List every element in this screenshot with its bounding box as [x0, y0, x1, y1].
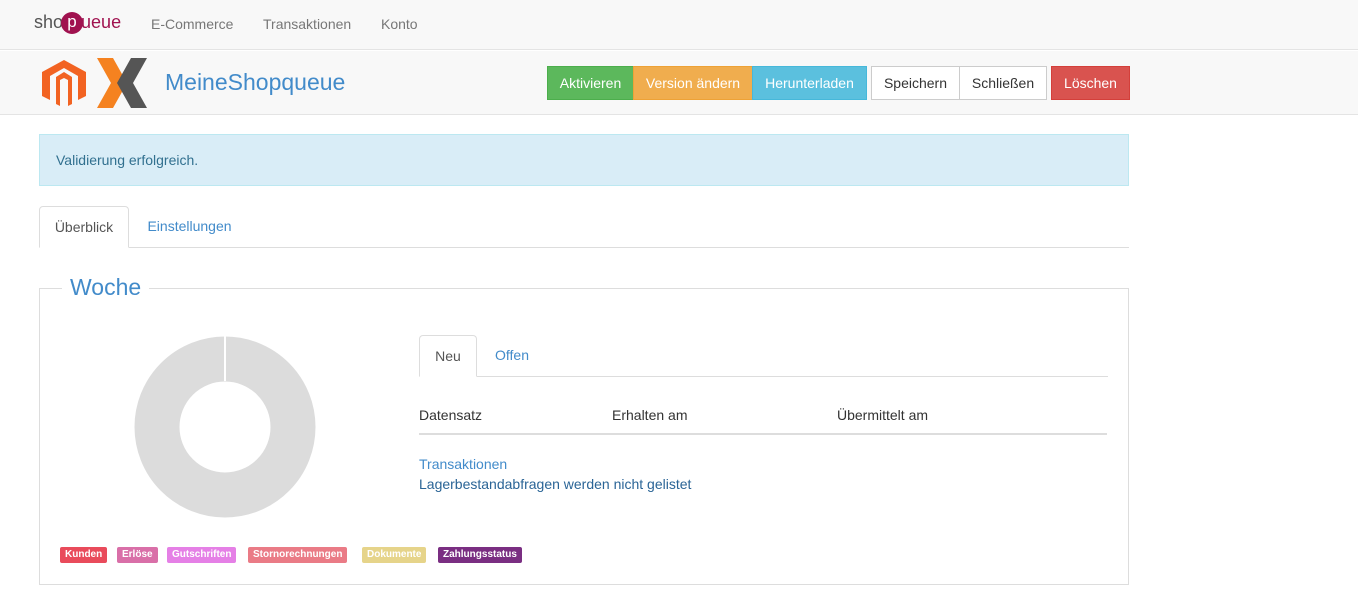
activate-button[interactable]: Aktivieren: [547, 66, 634, 100]
magento-icon: [42, 60, 86, 106]
brand-circle-letter: p: [61, 12, 84, 34]
nav-link-transactions[interactable]: Transaktionen: [263, 16, 351, 32]
tab-open[interactable]: Offen: [481, 335, 543, 376]
legend-badge-cancellations[interactable]: Stornorechnungen: [248, 547, 348, 563]
tab-overview[interactable]: Überblick: [39, 206, 129, 248]
table-header-divider: [419, 433, 1107, 435]
nav-link-ecommerce[interactable]: E-Commerce: [151, 16, 233, 32]
shop-title: MeineShopqueue: [165, 69, 346, 95]
main-tabs-divider: [39, 247, 1129, 248]
x-logo-icon: [97, 58, 147, 108]
change-version-button[interactable]: Version ändern: [633, 66, 753, 100]
nav-link-account[interactable]: Konto: [381, 16, 418, 32]
column-header-received[interactable]: Erhalten am: [612, 407, 687, 423]
column-header-submitted[interactable]: Übermittelt am: [837, 407, 928, 423]
top-navbar: sho p ueue E-Commerce Transaktionen Konto: [0, 0, 1358, 50]
sub-tabs-divider: [419, 376, 1108, 377]
delete-button[interactable]: Löschen: [1051, 66, 1130, 100]
download-button[interactable]: Herunterladen: [752, 66, 867, 100]
column-header-dataset[interactable]: Datensatz: [419, 407, 482, 423]
week-donut-chart: [134, 336, 316, 518]
legend-badge-credit-notes[interactable]: Gutschriften: [167, 547, 237, 563]
tab-new[interactable]: Neu: [419, 335, 477, 377]
validation-alert: Validierung erfolgreich.: [39, 134, 1129, 186]
brand-prefix: sho: [34, 12, 64, 32]
shopqueue-logo[interactable]: sho p ueue: [34, 12, 121, 34]
legend-badge-payment-status[interactable]: Zahlungsstatus: [438, 547, 522, 563]
legend-badge-customers[interactable]: Kunden: [60, 547, 108, 563]
shop-header: MeineShopqueue Aktivieren Version ändern…: [0, 51, 1358, 115]
inventory-note: Lagerbestandabfragen werden nicht gelist…: [419, 476, 692, 492]
close-button[interactable]: Schließen: [959, 66, 1047, 100]
brand-suffix: ueue: [81, 12, 122, 32]
transactions-link[interactable]: Transaktionen: [419, 456, 507, 472]
legend-badge-documents[interactable]: Dokumente: [362, 547, 427, 563]
tab-settings[interactable]: Einstellungen: [133, 206, 246, 247]
legend-badge-revenue[interactable]: Erlöse: [117, 547, 158, 563]
week-title: Woche: [62, 274, 150, 301]
save-button[interactable]: Speichern: [871, 66, 960, 100]
